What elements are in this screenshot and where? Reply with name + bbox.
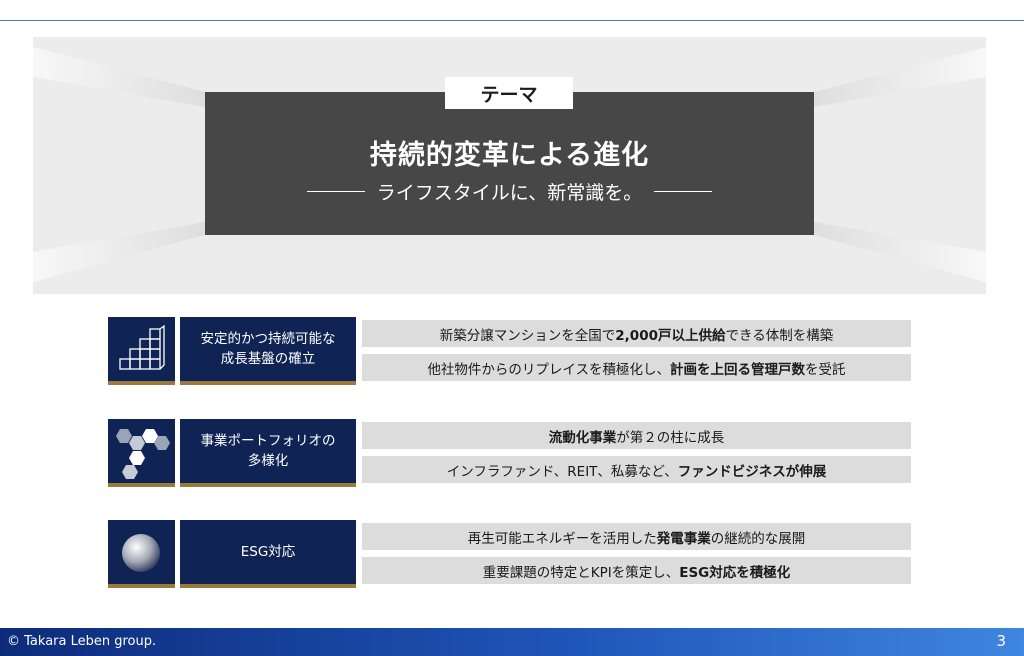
copyright: © Takara Leben group.: [7, 634, 157, 649]
item-text: 重要課題の特定とKPIを策定し、: [482, 564, 680, 581]
item-emphasis: 発電事業: [656, 530, 711, 547]
row-item: 他社物件からのリプレイスを積極化し、 計画を上回る管理戸数 を受託: [362, 354, 911, 381]
item-text: の継続的な展開: [710, 530, 806, 547]
globe-icon: [108, 520, 175, 588]
top-rule: [0, 20, 1024, 21]
cubes-icon: [108, 317, 175, 385]
row-label-line1: 安定的かつ持続可能な: [200, 331, 336, 347]
item-emphasis: ファンドビジネスが伸展: [677, 463, 827, 480]
row-item: 新築分譲マンションを全国で 2,000戸以上供給 できる体制を構築: [362, 320, 911, 347]
row-label-esg: ESG対応: [180, 520, 356, 588]
theme-subtitle: ライフスタイルに、新常識を。: [205, 178, 814, 205]
theme-tag: テーマ: [445, 77, 573, 109]
dash-left: [306, 191, 365, 192]
item-emphasis: 流動化事業: [548, 429, 617, 446]
item-text: を受託: [805, 361, 846, 378]
row-item: 重要課題の特定とKPIを策定し、 ESG対応を積極化: [362, 557, 911, 584]
theme-banner: テーマ 持続的変革による進化 ライフスタイルに、新常識を。: [33, 37, 986, 294]
row-label-portfolio: 事業ポートフォリオの 多様化: [180, 419, 356, 487]
row-item: 流動化事業 が第２の柱に成長: [362, 422, 911, 449]
theme-subtitle-text: ライフスタイルに、新常識を。: [376, 182, 643, 204]
item-text: できる体制を構築: [725, 327, 834, 344]
item-emphasis: 計画を上回る管理戸数: [670, 361, 806, 378]
item-emphasis: 2,000戸以上供給: [615, 327, 726, 344]
footer-bar: © Takara Leben group. 3: [0, 628, 1024, 656]
theme-title: 持続的変革による進化: [369, 140, 650, 171]
row-item: インフラファンド、REIT、私募など、 ファンドビジネスが伸展: [362, 456, 911, 483]
row-label-stable-growth: 安定的かつ持続可能な 成長基盤の確立: [180, 317, 356, 385]
item-emphasis: ESG対応を積極化: [679, 564, 791, 581]
row-label-line1: 事業ポートフォリオの: [200, 433, 336, 449]
hexagons-icon: [108, 419, 175, 487]
item-text: インフラファンド、REIT、私募など、: [446, 463, 678, 480]
item-text: 再生可能エネルギーを活用した: [467, 530, 657, 547]
row-label-line2: 多様化: [247, 453, 289, 469]
item-text: が第２の柱に成長: [616, 429, 725, 446]
page-number: 3: [996, 632, 1006, 650]
row-label-line2: 成長基盤の確立: [220, 351, 316, 367]
item-text: 新築分譲マンションを全国で: [439, 327, 616, 344]
dash-right: [654, 191, 713, 192]
item-text: 他社物件からのリプレイスを積極化し、: [427, 361, 671, 378]
row-item: 再生可能エネルギーを活用した 発電事業 の継続的な展開: [362, 523, 911, 550]
row-label-line1: ESG対応: [240, 544, 296, 560]
